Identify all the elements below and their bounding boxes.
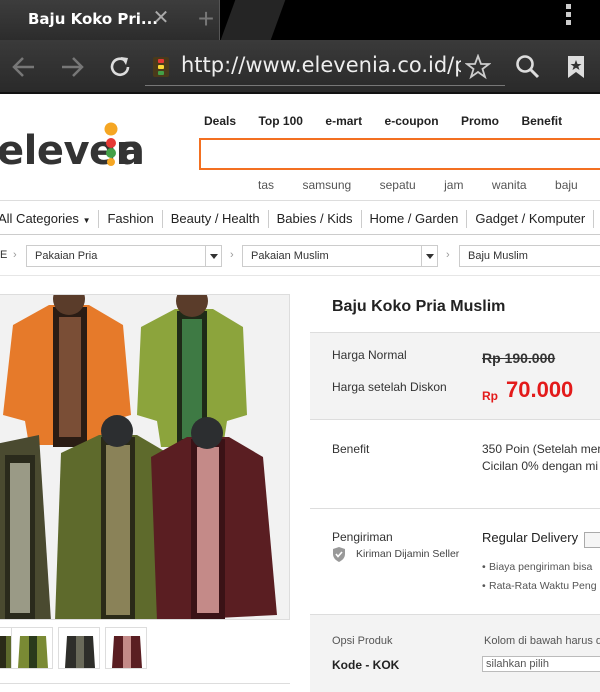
thumbnail[interactable]: [58, 627, 100, 669]
nav-e-coupon[interactable]: e-coupon: [385, 114, 439, 128]
top-nav: Deals Top 100 e-mart e-coupon Promo Bene…: [204, 112, 580, 128]
svg-text:a: a: [118, 128, 145, 168]
tab-title: Baju Koko Pri...: [28, 10, 158, 28]
dropdown-arrow-icon: [421, 246, 437, 266]
back-arrow-icon[interactable]: [10, 53, 38, 81]
forward-arrow-icon[interactable]: [58, 53, 86, 81]
thumbnail-image: [65, 636, 95, 668]
url-input[interactable]: http://www.elevenia.co.id/prd-l: [145, 50, 505, 86]
keyword-link[interactable]: tas: [258, 178, 274, 192]
category-fashion[interactable]: Fashion: [99, 210, 163, 228]
chevron-right-icon: ›: [13, 249, 17, 261]
browser-menu-icon[interactable]: [562, 2, 574, 28]
site-info-icon[interactable]: [153, 57, 169, 77]
breadcrumb-select-pakaian-pria[interactable]: Pakaian Pria: [26, 245, 222, 267]
keyword-link[interactable]: jam: [444, 178, 463, 192]
url-text: http://www.elevenia.co.id/prd-l: [181, 53, 461, 77]
thumbnail-image: [18, 636, 48, 668]
shipping-time-note: Rata-Rata Waktu Peng: [489, 580, 597, 592]
search-icon[interactable]: [514, 53, 542, 81]
category-gadget-komputer[interactable]: Gadget / Komputer: [467, 210, 595, 228]
bookmarks-icon[interactable]: [562, 53, 590, 81]
shipping-method: Regular Delivery: [482, 530, 579, 545]
price-currency: Rp: [482, 389, 498, 403]
dropdown-arrow-icon: [205, 246, 221, 266]
browser-toolbar: http://www.elevenia.co.id/prd-l: [0, 40, 600, 94]
nav-deals[interactable]: Deals: [204, 114, 236, 128]
nav-promo[interactable]: Promo: [461, 114, 499, 128]
product-main-image[interactable]: [0, 294, 290, 620]
category-bar: All Categories ▼ Fashion Beauty / Health Ba…: [0, 201, 600, 235]
price-panel: Harga Normal Rp 190.000 Harga setelah Di…: [310, 332, 600, 420]
product-photo: [0, 295, 289, 619]
discount-price-label: Harga setelah Diskon: [332, 380, 447, 394]
breadcrumb-label: Baju Muslim: [468, 250, 528, 262]
option-code-label: Kode - KOK: [332, 658, 400, 672]
thumbnail[interactable]: [105, 627, 147, 669]
popular-keywords: tas samsung sepatu jam wanita baju: [258, 176, 600, 194]
new-tab-area: [220, 0, 286, 40]
all-categories-label: All Categories: [0, 211, 79, 226]
browser-tab-bar: Baju Koko Pri... ✕ +: [0, 0, 600, 40]
keyword-link[interactable]: sepatu: [380, 178, 416, 192]
breadcrumb-select-baju-muslim[interactable]: Baju Muslim: [459, 245, 600, 267]
category-beauty-health[interactable]: Beauty / Health: [163, 210, 269, 228]
breadcrumb-label: Pakaian Pria: [35, 250, 98, 262]
breadcrumb-home[interactable]: E: [0, 249, 7, 261]
divider: [0, 683, 290, 684]
option-label: Opsi Produk: [332, 635, 393, 647]
category-home-garden[interactable]: Home / Garden: [362, 210, 468, 228]
normal-price-label: Harga Normal: [332, 348, 407, 362]
benefit-installment: Cicilan 0% dengan mi: [482, 459, 599, 473]
star-bookmark-icon[interactable]: [465, 54, 491, 80]
thumbnail[interactable]: [11, 627, 53, 669]
category-babies-kids[interactable]: Babies / Kids: [269, 210, 362, 228]
product-options-panel: Opsi Produk Kolom di bawah harus d Kode …: [310, 614, 600, 692]
shipping-label: Pengiriman: [332, 530, 393, 544]
nav-top-100[interactable]: Top 100: [258, 114, 302, 128]
close-tab-icon[interactable]: ✕: [150, 7, 172, 29]
shipping-cost-note: Biaya pengiriman bisa: [489, 561, 593, 573]
benefit-points: 350 Poin (Setelah mer: [482, 442, 600, 456]
new-tab-icon[interactable]: +: [194, 4, 218, 34]
calendar-icon[interactable]: [584, 532, 600, 548]
option-hint: Kolom di bawah harus d: [484, 635, 600, 647]
product-title: Baju Koko Pria Muslim: [332, 298, 506, 315]
category-more[interactable]: E: [594, 210, 600, 228]
browser-tab[interactable]: Baju Koko Pri... ✕: [0, 0, 220, 40]
normal-price: Rp 190.000: [482, 350, 556, 366]
bullet-icon: •: [482, 580, 486, 592]
reload-icon[interactable]: [106, 53, 134, 81]
shipping-guarantee: Kiriman Dijamin Seller: [356, 548, 460, 560]
shield-icon: [333, 547, 345, 562]
chevron-right-icon: ›: [230, 249, 234, 261]
site-search-input[interactable]: [199, 138, 600, 170]
all-categories-menu[interactable]: All Categories ▼: [0, 210, 100, 228]
keyword-link[interactable]: wanita: [492, 178, 527, 192]
divider: [310, 508, 600, 509]
thumbnail-image: [112, 636, 142, 668]
bullet-icon: •: [482, 561, 486, 573]
keyword-link[interactable]: samsung: [302, 178, 351, 192]
keyword-link[interactable]: baju: [555, 178, 578, 192]
nav-benefit[interactable]: Benefit: [521, 114, 562, 128]
nav-e-mart[interactable]: e-mart: [325, 114, 362, 128]
breadcrumb: E › Pakaian Pria › Pakaian Muslim › Baju…: [0, 240, 600, 276]
discount-price: 70.000: [506, 377, 574, 402]
option-select-value: silahkan pilih: [486, 658, 549, 670]
breadcrumb-select-pakaian-muslim[interactable]: Pakaian Muslim: [242, 245, 438, 267]
benefit-label: Benefit: [332, 442, 370, 456]
option-select[interactable]: silahkan pilih: [482, 656, 600, 672]
logo-wordmark: eleven a: [0, 122, 145, 168]
chevron-right-icon: ›: [446, 249, 450, 261]
chevron-down-icon: ▼: [82, 216, 91, 225]
breadcrumb-label: Pakaian Muslim: [251, 250, 329, 262]
